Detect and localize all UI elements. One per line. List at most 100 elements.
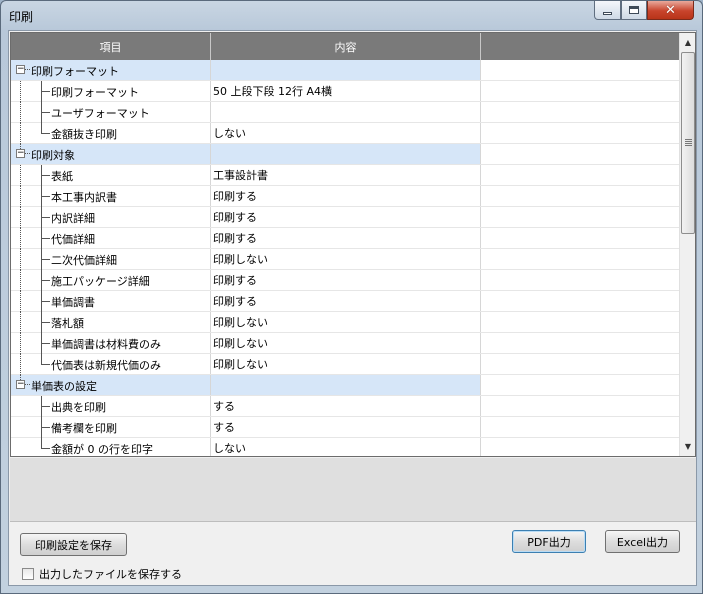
setting-value-cell[interactable]: しない	[211, 438, 481, 456]
setting-value-cell[interactable]: 印刷する	[211, 270, 481, 290]
pdf-export-button[interactable]: PDF出力	[512, 530, 586, 553]
setting-value-cell[interactable]: 印刷する	[211, 207, 481, 227]
setting-value-cell[interactable]: 印刷しない	[211, 249, 481, 269]
close-button[interactable]: ✕	[647, 1, 694, 20]
setting-row[interactable]: 単価調書は材料費のみ 印刷しない	[11, 333, 679, 354]
setting-value-cell[interactable]: 印刷する	[211, 186, 481, 206]
setting-value-cell[interactable]: 印刷する	[211, 228, 481, 248]
setting-name-cell[interactable]: 代価表は新規代価のみ	[11, 354, 211, 375]
setting-name-cell[interactable]: 落札額	[11, 312, 211, 333]
setting-row[interactable]: 金額が 0 の行を印字 しない	[11, 438, 679, 456]
setting-name-cell[interactable]: 金額が 0 の行を印字	[11, 438, 211, 456]
setting-row[interactable]: 単価調書 印刷する	[11, 291, 679, 312]
setting-value-cell[interactable]	[211, 102, 481, 122]
setting-label: 内訳詳細	[51, 212, 95, 225]
tree-line	[41, 301, 50, 302]
setting-value-cell[interactable]: 印刷しない	[211, 354, 481, 374]
setting-row[interactable]: 表紙 工事設計書	[11, 165, 679, 186]
tree-line	[20, 249, 21, 270]
settings-grid[interactable]: 項目 内容 − 印刷フォーマット 印刷フォーマット 50 上段下段 12行 A4横 ユー…	[10, 32, 696, 457]
tree-line	[41, 427, 50, 428]
setting-name-cell[interactable]: 表紙	[11, 165, 211, 186]
setting-row[interactable]: ユーザフォーマット	[11, 102, 679, 123]
setting-name-cell[interactable]: 備考欄を印刷	[11, 417, 211, 438]
setting-value: しない	[213, 442, 246, 455]
tree-line	[41, 322, 50, 323]
tree-line	[41, 364, 50, 365]
column-header-item[interactable]: 項目	[11, 33, 211, 60]
setting-value-cell[interactable]: 印刷しない	[211, 312, 481, 332]
setting-value-cell[interactable]: 印刷しない	[211, 333, 481, 353]
group-row[interactable]: − 印刷フォーマット	[11, 60, 679, 81]
setting-row[interactable]: 内訳詳細 印刷する	[11, 207, 679, 228]
group-row[interactable]: − 印刷対象	[11, 144, 679, 165]
setting-value-cell[interactable]: する	[211, 417, 481, 437]
empty-cell	[481, 354, 679, 374]
save-settings-button[interactable]: 印刷設定を保存	[20, 533, 127, 556]
setting-name-cell[interactable]: 内訳詳細	[11, 207, 211, 228]
setting-row[interactable]: 出典を印刷 する	[11, 396, 679, 417]
scroll-up-icon[interactable]: ▲	[680, 34, 695, 51]
setting-label: 単価調書は材料費のみ	[51, 338, 161, 351]
setting-value-cell[interactable]: 印刷する	[211, 291, 481, 311]
scroll-thumb[interactable]	[681, 52, 695, 234]
setting-row[interactable]: 施工パッケージ詳細 印刷する	[11, 270, 679, 291]
setting-name-cell[interactable]: 本工事内訳書	[11, 186, 211, 207]
setting-row[interactable]: 二次代価詳細 印刷しない	[11, 249, 679, 270]
excel-export-button[interactable]: Excel出力	[605, 530, 680, 553]
setting-value-cell[interactable]: しない	[211, 123, 481, 143]
setting-row[interactable]: 本工事内訳書 印刷する	[11, 186, 679, 207]
scroll-down-icon[interactable]: ▼	[680, 438, 695, 455]
column-header-content[interactable]: 内容	[211, 33, 481, 60]
tree-line	[41, 280, 50, 281]
setting-name-cell[interactable]: ユーザフォーマット	[11, 102, 211, 123]
grid-rows: − 印刷フォーマット 印刷フォーマット 50 上段下段 12行 A4横 ユーザフォーマッ…	[11, 60, 679, 456]
setting-label: 印刷フォーマット	[51, 86, 139, 99]
setting-value-cell[interactable]: 50 上段下段 12行 A4横	[211, 81, 481, 101]
tree-line	[20, 123, 21, 144]
empty-cell	[481, 375, 679, 395]
minimize-button[interactable]	[594, 1, 621, 20]
save-output-option[interactable]: 出力したファイルを保存する	[22, 566, 182, 582]
tree-line	[20, 228, 21, 249]
collapse-icon[interactable]: −	[16, 149, 25, 158]
title-bar: 印刷 ✕	[1, 1, 702, 29]
setting-name-cell[interactable]: 施工パッケージ詳細	[11, 270, 211, 291]
setting-label: 出典を印刷	[51, 401, 106, 414]
setting-row[interactable]: 備考欄を印刷 する	[11, 417, 679, 438]
group-name-cell[interactable]: − 印刷対象	[11, 144, 211, 164]
group-value-cell	[211, 144, 481, 164]
setting-label: 二次代価詳細	[51, 254, 117, 267]
vertical-scrollbar[interactable]: ▲ ▼	[679, 33, 695, 456]
setting-label: 表紙	[51, 170, 73, 183]
setting-name-cell[interactable]: 二次代価詳細	[11, 249, 211, 270]
tree-line	[41, 175, 50, 176]
maximize-button[interactable]	[621, 1, 647, 20]
setting-row[interactable]: 代価詳細 印刷する	[11, 228, 679, 249]
setting-label: 備考欄を印刷	[51, 422, 117, 435]
setting-name-cell[interactable]: 印刷フォーマット	[11, 81, 211, 102]
tree-line	[20, 354, 21, 375]
setting-value-cell[interactable]: する	[211, 396, 481, 416]
setting-row[interactable]: 落札額 印刷しない	[11, 312, 679, 333]
setting-name-cell[interactable]: 代価詳細	[11, 228, 211, 249]
collapse-icon[interactable]: −	[16, 65, 25, 74]
tree-line	[20, 186, 21, 207]
group-name-cell[interactable]: − 印刷フォーマット	[11, 60, 211, 80]
setting-value-cell[interactable]: 工事設計書	[211, 165, 481, 185]
group-row[interactable]: − 単価表の設定	[11, 375, 679, 396]
empty-cell	[481, 60, 679, 80]
setting-value: 印刷しない	[213, 316, 268, 329]
grid-header: 項目 内容	[11, 33, 679, 60]
tree-line	[41, 133, 50, 134]
save-output-checkbox[interactable]	[22, 568, 34, 580]
setting-name-cell[interactable]: 金額抜き印刷	[11, 123, 211, 144]
setting-row[interactable]: 印刷フォーマット 50 上段下段 12行 A4横	[11, 81, 679, 102]
setting-row[interactable]: 金額抜き印刷 しない	[11, 123, 679, 144]
collapse-icon[interactable]: −	[16, 380, 25, 389]
setting-name-cell[interactable]: 単価調書は材料費のみ	[11, 333, 211, 354]
group-name-cell[interactable]: − 単価表の設定	[11, 375, 211, 395]
setting-name-cell[interactable]: 出典を印刷	[11, 396, 211, 417]
setting-row[interactable]: 代価表は新規代価のみ 印刷しない	[11, 354, 679, 375]
setting-name-cell[interactable]: 単価調書	[11, 291, 211, 312]
